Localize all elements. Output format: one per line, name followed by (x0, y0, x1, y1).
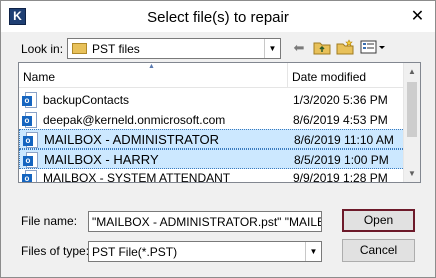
outlook-file-icon: o (23, 152, 38, 168)
scroll-down-icon[interactable]: ▼ (404, 165, 420, 182)
file-row[interactable]: o MAILBOX - SYSTEM ATTENDANT 9/9/2019 1:28… (19, 168, 405, 183)
scroll-up-icon[interactable]: ▲ (404, 63, 420, 80)
file-name: backupContacts (43, 93, 130, 107)
chevron-down-icon[interactable]: ▼ (264, 39, 280, 58)
file-name-label: File name: (21, 214, 78, 228)
file-dialog: K Select file(s) to repair ✕ Look in: PS… (0, 0, 436, 278)
column-header-name[interactable]: Name (23, 70, 55, 84)
file-row[interactable]: o MAILBOX - HARRY 8/5/2019 1:00 PM (19, 149, 405, 169)
file-row[interactable]: o MAILBOX - ADMINISTRATOR 8/6/2019 11:10 A… (19, 129, 405, 149)
vertical-scrollbar[interactable]: ▲ ▼ (403, 63, 420, 182)
up-folder-icon[interactable] (313, 39, 331, 57)
file-name: deepak@kerneld.onmicrosoft.com (43, 113, 226, 127)
open-button[interactable]: Open (342, 209, 415, 232)
file-date: 1/3/2020 5:36 PM (293, 93, 388, 107)
dialog-title: Select file(s) to repair (147, 9, 289, 26)
file-list[interactable]: Name ▲ Date modified o backupContacts 1/3/… (18, 62, 421, 183)
file-row[interactable]: o deepak@kerneld.onmicrosoft.com 8/6/2019 … (19, 110, 405, 130)
file-name: MAILBOX - SYSTEM ATTENDANT (43, 171, 231, 183)
cancel-button[interactable]: Cancel (342, 239, 415, 262)
look-in-label: Look in: (21, 42, 64, 56)
view-menu-icon[interactable] (360, 39, 386, 57)
new-folder-icon[interactable] (336, 39, 354, 57)
sort-ascending-icon: ▲ (148, 63, 155, 70)
folder-icon (72, 43, 87, 54)
look-in-dropdown[interactable]: PST files ▼ (67, 38, 281, 59)
file-type-label: Files of type: (21, 244, 90, 258)
file-name: MAILBOX - HARRY (44, 152, 159, 167)
column-header-date[interactable]: Date modified (292, 70, 366, 84)
outlook-file-icon: o (22, 112, 37, 128)
file-name: MAILBOX - ADMINISTRATOR (44, 132, 220, 147)
file-type-dropdown[interactable]: PST File(*.PST) ▼ (88, 241, 322, 262)
file-name-input[interactable]: "MAILBOX - ADMINISTRATOR.pst" "MAILBOX (88, 211, 322, 232)
column-divider[interactable] (287, 63, 288, 88)
file-date: 8/5/2019 1:00 PM (294, 153, 389, 167)
list-header: Name ▲ Date modified (19, 63, 405, 88)
look-in-value: PST files (92, 42, 140, 56)
file-date: 9/9/2019 1:28 PM (293, 171, 388, 183)
scrollbar-thumb[interactable] (407, 82, 417, 137)
file-row[interactable]: o backupContacts 1/3/2020 5:36 PM (19, 90, 405, 110)
file-name-value: "MAILBOX - ADMINISTRATOR.pst" "MAILBOX (92, 215, 322, 229)
file-date: 8/6/2019 4:53 PM (293, 113, 388, 127)
file-type-value: PST File(*.PST) (92, 245, 178, 259)
chevron-down-icon[interactable]: ▼ (305, 242, 321, 261)
title-bar: K Select file(s) to repair ✕ (1, 1, 435, 32)
outlook-file-icon: o (22, 170, 37, 182)
close-button[interactable]: ✕ (406, 6, 429, 28)
file-date: 8/6/2019 11:10 AM (294, 133, 394, 147)
back-arrow-icon[interactable]: ⬅ (291, 39, 307, 57)
outlook-file-icon: o (23, 132, 38, 148)
outlook-file-icon: o (22, 92, 37, 108)
